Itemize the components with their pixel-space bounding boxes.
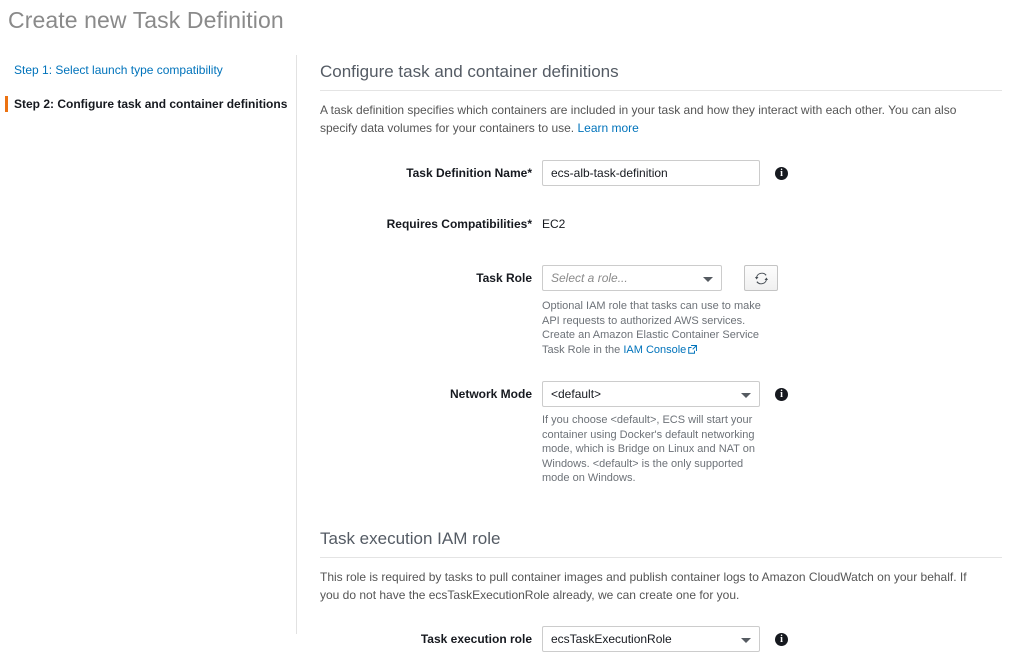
task-definition-name-input[interactable] (542, 160, 760, 186)
section-divider (320, 556, 1002, 558)
refresh-icon (754, 272, 768, 285)
network-mode-control: <default> i If you choose <default>, ECS… (542, 381, 1002, 486)
requires-compatibilities-value: EC2 (542, 217, 566, 231)
refresh-task-roles-button[interactable] (744, 265, 778, 291)
page-title: Create new Task Definition (8, 7, 284, 33)
chevron-down-icon (703, 277, 713, 282)
section-title-configure: Configure task and container definitions (320, 62, 619, 81)
learn-more-link[interactable]: Learn more (577, 121, 638, 135)
section-description-task-execution-iam-role: This role is required by tasks to pull c… (320, 569, 967, 602)
task-definition-name-label: Task Definition Name* (406, 166, 532, 180)
section-description-configure: A task definition specifies which contai… (320, 101, 985, 137)
network-mode-selected-value: <default> (551, 387, 602, 401)
info-icon[interactable]: i (775, 167, 788, 180)
field-row-task-role: Task Role Select a role... Optional IAM … (320, 265, 1002, 357)
iam-console-link[interactable]: IAM Console (623, 344, 686, 356)
network-mode-label: Network Mode (449, 387, 532, 401)
sidebar-item-step-1[interactable]: Step 1: Select launch type compatibility (0, 59, 296, 81)
step-2-label: Step 2: Configure task and container def… (14, 97, 288, 111)
task-execution-role-control: ecsTaskExecutionRole i (542, 625, 1002, 652)
section-divider (320, 90, 1002, 91)
field-row-task-definition-name: Task Definition Name* i (320, 160, 1002, 186)
main-content: Configure task and container definitions… (320, 0, 1002, 652)
task-definition-name-control: i (542, 160, 1002, 186)
task-role-help-text: Optional IAM role that tasks can use to … (542, 299, 767, 357)
requires-compatibilities-control: EC2 (542, 211, 1002, 237)
info-icon[interactable]: i (775, 632, 788, 646)
network-mode-select[interactable]: <default> (542, 381, 760, 407)
section-title-task-execution-iam-role: Task execution IAM role (320, 528, 501, 548)
chevron-down-icon (741, 637, 751, 643)
field-row-task-execution-role: Task execution role ecsTaskExecutionRole… (320, 625, 1002, 652)
step-navigation: Step 1: Select launch type compatibility… (0, 55, 297, 634)
field-row-requires-compatibilities: Requires Compatibilities* EC2 (320, 211, 1002, 237)
external-link-icon (688, 344, 698, 354)
task-execution-role-select[interactable]: ecsTaskExecutionRole (542, 625, 760, 652)
task-role-control: Select a role... Optional IAM role that … (542, 265, 1002, 357)
field-row-network-mode: Network Mode <default> i If you choose <… (320, 381, 1002, 486)
network-mode-help-text: If you choose <default>, ECS will start … (542, 414, 755, 484)
task-role-select[interactable]: Select a role... (542, 265, 722, 291)
chevron-down-icon (741, 393, 751, 398)
task-role-selected-value: Select a role... (551, 271, 628, 285)
sidebar-item-step-2[interactable]: Step 2: Configure task and container def… (0, 93, 296, 115)
step-1-label[interactable]: Step 1: Select launch type compatibility (14, 63, 223, 77)
requires-compatibilities-label: Requires Compatibilities* (386, 217, 532, 231)
task-role-label: Task Role (476, 271, 532, 285)
info-icon[interactable]: i (775, 388, 788, 401)
task-execution-role-label: Task execution role (420, 631, 532, 646)
